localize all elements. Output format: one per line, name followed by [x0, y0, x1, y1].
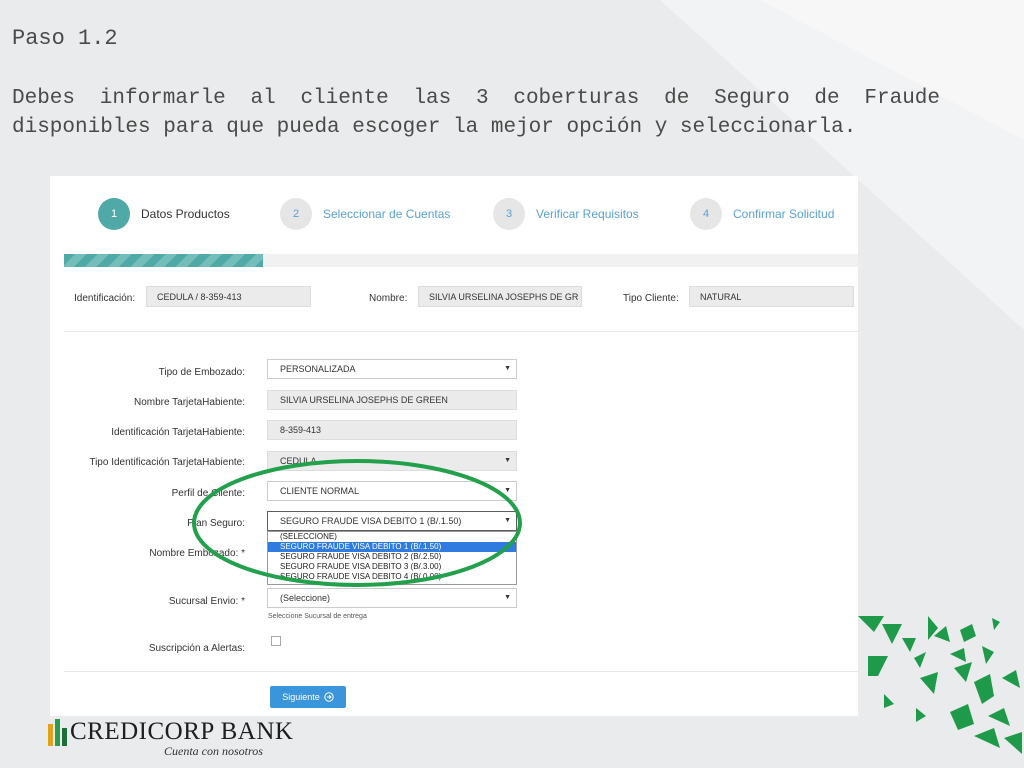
step-number: 2 [280, 198, 312, 230]
logo-tagline: Cuenta con nosotros [164, 744, 263, 758]
wizard-step-4[interactable]: 4 Confirmar Solicitud [690, 198, 834, 230]
credicorp-logo: CREDICORP BANK Cuenta con nosotros [44, 714, 304, 764]
nombre-tarjetahabiente-label: Nombre TarjetaHabiente: [134, 397, 245, 408]
wizard-step-1[interactable]: 1 Datos Productos [98, 198, 230, 230]
plan-seguro-select[interactable]: SEGURO FRAUDE VISA DEBITO 1 (B/.1.50) ▼ [267, 511, 517, 531]
siguiente-button[interactable]: Siguiente [270, 686, 346, 708]
divider [64, 331, 858, 332]
id-tarjetahabiente-label: Identificación TarjetaHabiente: [111, 427, 245, 438]
siguiente-label: Siguiente [282, 692, 320, 702]
wizard-step-3[interactable]: 3 Verificar Requisitos [493, 198, 639, 230]
arrow-right-circle-icon [324, 692, 334, 702]
plan-option[interactable]: SEGURO FRAUDE VISA DEBITO 3 (B/.3.00) [268, 562, 516, 572]
perfil-cliente-select[interactable]: CLIENTE NORMAL ▼ [267, 481, 517, 501]
client-info-row: Identificación: CEDULA / 8-359-413 Nombr… [50, 286, 858, 310]
client-id-label: Identificación: [74, 293, 136, 304]
client-type-field: NATURAL [689, 286, 854, 307]
id-tarjetahabiente-field: 8-359-413 [267, 420, 517, 440]
step-number: 1 [98, 198, 130, 230]
plan-option-selected[interactable]: SEGURO FRAUDE VISA DEBITO 1 (B/.1.50) [268, 542, 516, 552]
nombre-tarjetahabiente-field: SILVIA URSELINA JOSEPHS DE GREEN [267, 390, 517, 410]
step-label: Verificar Requisitos [536, 207, 639, 221]
alertas-label: Suscripción a Alertas: [148, 643, 245, 654]
plan-seguro-label: Plan Seguro: [187, 518, 245, 529]
sucursal-envio-label: Sucursal Envio: * [168, 596, 245, 607]
wizard-step-2[interactable]: 2 Seleccionar de Cuentas [280, 198, 450, 230]
step-label: Confirmar Solicitud [733, 207, 835, 221]
caret-down-icon: ▼ [504, 457, 511, 464]
tipo-id-label: Tipo Identificación TarjetaHabiente: [89, 457, 245, 468]
step-number: 4 [690, 198, 722, 230]
perfil-cliente-label: Perfil de Cliente: [171, 488, 245, 499]
plan-option[interactable]: SEGURO FRAUDE VISA DEBITO 4 (B/.0.00) [268, 572, 516, 582]
plan-seguro-value: SEGURO FRAUDE VISA DEBITO 1 (B/.1.50) [280, 516, 462, 526]
app-screenshot: 1 Datos Productos 2 Seleccionar de Cuent… [50, 176, 858, 716]
logo-mark-icon [48, 719, 67, 746]
client-id-field: CEDULA / 8-359-413 [146, 286, 311, 307]
caret-down-icon: ▼ [504, 487, 511, 494]
nombre-embozado-label: Nombre Embozado: * [149, 548, 245, 559]
sucursal-envio-value: (Seleccione) [280, 593, 331, 603]
plan-option[interactable]: SEGURO FRAUDE VISA DEBITO 2 (B/.2.50) [268, 552, 516, 562]
sucursal-envio-select[interactable]: (Seleccione) ▼ [267, 588, 517, 608]
alertas-checkbox[interactable] [271, 636, 281, 646]
client-name-field: SILVIA URSELINA JOSEPHS DE GR [418, 286, 582, 307]
slide-title: Paso 1.2 [12, 26, 118, 51]
tipo-embozado-select[interactable]: PERSONALIZADA ▼ [267, 359, 517, 379]
tipo-embozado-label: Tipo de Embozado: [158, 367, 245, 378]
client-name-label: Nombre: [369, 293, 408, 304]
decorative-shapes [858, 616, 1022, 754]
plan-seguro-dropdown: (SELECCIONE) SEGURO FRAUDE VISA DEBITO 1… [267, 531, 517, 585]
sucursal-hint: Seleccione Sucursal de entrega [268, 613, 367, 620]
caret-down-icon: ▼ [504, 594, 511, 601]
slide-instruction-text: Debes informarle al cliente las 3 cobert… [12, 87, 940, 139]
wizard-progress-bar [64, 254, 858, 267]
perfil-cliente-value: CLIENTE NORMAL [280, 486, 360, 496]
tipo-id-select: CEDULA ▼ [267, 451, 517, 471]
step-label: Seleccionar de Cuentas [323, 207, 451, 221]
logo-text: CREDICORP BANK [70, 718, 294, 745]
wizard-steps: 1 Datos Productos 2 Seleccionar de Cuent… [50, 176, 858, 252]
step-number: 3 [493, 198, 525, 230]
client-type-label: Tipo Cliente: [623, 293, 679, 304]
tipo-id-value: CEDULA [280, 456, 317, 466]
tipo-embozado-value: PERSONALIZADA [280, 364, 356, 374]
caret-down-icon: ▼ [504, 517, 511, 524]
progress-fill [64, 254, 263, 267]
step-label: Datos Productos [141, 207, 230, 221]
caret-down-icon: ▼ [504, 365, 511, 372]
divider [64, 671, 858, 672]
plan-option[interactable]: (SELECCIONE) [268, 532, 516, 542]
